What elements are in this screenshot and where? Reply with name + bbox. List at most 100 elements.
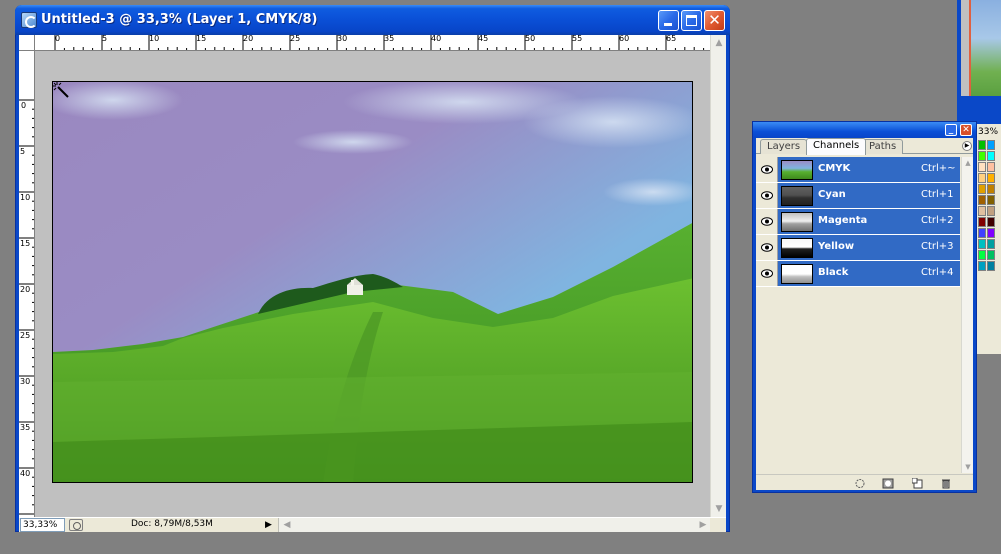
color-swatch[interactable] (987, 195, 995, 205)
document-image[interactable] (52, 81, 693, 483)
color-swatch[interactable] (978, 228, 986, 238)
color-swatch[interactable] (987, 206, 995, 216)
channel-name: Yellow (818, 241, 855, 252)
ruler-label: 30 (337, 35, 348, 43)
tab-channels[interactable]: Channels (806, 138, 867, 155)
color-swatch[interactable] (987, 184, 995, 194)
new-channel-icon[interactable] (912, 478, 924, 489)
document-body: 0 5 10 15 20 25 30 35 40 45 50 55 60 65 … (19, 35, 726, 532)
close-button[interactable]: ✕ (704, 10, 725, 31)
color-swatch[interactable] (978, 184, 986, 194)
visibility-toggle[interactable] (756, 183, 778, 208)
color-swatch[interactable] (987, 261, 995, 271)
ruler-label: 10 (149, 35, 160, 43)
visibility-toggle[interactable] (756, 157, 778, 182)
landscape-image (53, 82, 692, 482)
vertical-ruler[interactable]: 0 5 10 15 20 25 30 35 40 (19, 51, 35, 517)
channel-shortcut: Ctrl+3 (921, 241, 954, 252)
palette-scrollbar[interactable]: ▲ ▼ (961, 157, 973, 473)
maximize-icon (686, 15, 697, 26)
channel-name: Magenta (818, 215, 868, 226)
ruler-label: 35 (20, 423, 31, 432)
color-swatch[interactable] (978, 195, 986, 205)
canvas-area[interactable] (35, 51, 710, 517)
channel-thumbnail (781, 264, 813, 284)
visibility-toggle[interactable] (756, 235, 778, 260)
color-swatch[interactable] (987, 151, 995, 161)
eye-icon (761, 165, 773, 174)
minimize-icon (664, 23, 672, 26)
status-menu-arrow-icon[interactable]: ▶ (265, 519, 275, 531)
save-selection-as-channel-icon[interactable] (882, 478, 894, 489)
palette-titlebar[interactable]: _ ✕ (753, 122, 976, 138)
tab-layers[interactable]: Layers (760, 139, 808, 154)
scroll-left-icon[interactable]: ◀ (279, 517, 295, 533)
load-channel-as-selection-icon[interactable] (854, 478, 866, 489)
channel-row-cyan[interactable]: Cyan Ctrl+1 (756, 183, 960, 209)
background-document-canvas (961, 0, 1001, 96)
navigator-zoom-label: 33% (978, 127, 999, 137)
ruler-origin[interactable] (19, 35, 35, 51)
scroll-up-icon[interactable]: ▲ (711, 35, 727, 51)
status-bar: 33,33% Doc: 8,79M/8,53M ▶ ◀ ▶ (19, 517, 726, 532)
channel-row-cmyk[interactable]: CMYK Ctrl+~ (756, 157, 960, 183)
eye-icon (761, 191, 773, 200)
horizontal-scrollbar[interactable]: ◀ ▶ (278, 518, 710, 532)
close-icon: ✕ (962, 125, 970, 135)
color-swatch[interactable] (987, 228, 995, 238)
channel-row-yellow[interactable]: Yellow Ctrl+3 (756, 235, 960, 261)
color-swatch[interactable] (978, 151, 986, 161)
scroll-down-icon[interactable]: ▼ (962, 461, 974, 473)
document-titlebar[interactable]: Untitled-3 @ 33,3% (Layer 1, CMYK/8) ✕ (15, 5, 730, 35)
palette-minimize-button[interactable]: _ (945, 124, 957, 136)
palette-menu-icon[interactable]: ▶ (962, 141, 972, 151)
ruler-label: 0 (55, 35, 61, 43)
channel-shortcut: Ctrl+1 (921, 189, 954, 200)
photoshop-document-icon[interactable] (21, 12, 37, 28)
scroll-down-icon[interactable]: ▼ (711, 501, 727, 517)
color-swatch[interactable] (987, 239, 995, 249)
visibility-toggle[interactable] (756, 261, 778, 286)
eye-icon (761, 217, 773, 226)
color-swatch[interactable] (978, 217, 986, 227)
color-swatch[interactable] (987, 173, 995, 183)
channel-thumbnail (781, 186, 813, 206)
scroll-up-icon[interactable]: ▲ (962, 157, 974, 169)
palette-close-button[interactable]: ✕ (960, 124, 972, 136)
color-swatch[interactable] (987, 217, 995, 227)
delete-channel-icon[interactable] (940, 478, 952, 489)
channel-thumbnail (781, 160, 813, 180)
ruler-label: 5 (102, 35, 108, 43)
channel-row-black[interactable]: Black Ctrl+4 (756, 261, 960, 287)
zoom-level-field[interactable]: 33,33% (20, 518, 65, 532)
background-document-window[interactable] (957, 0, 1001, 124)
channel-name: Cyan (818, 189, 846, 200)
color-swatch[interactable] (978, 239, 986, 249)
visibility-toggle[interactable] (756, 209, 778, 234)
minimize-button[interactable] (658, 10, 679, 31)
swatches-palette: 33% (975, 124, 1001, 354)
document-title: Untitled-3 @ 33,3% (Layer 1, CMYK/8) (41, 12, 318, 27)
channel-row-magenta[interactable]: Magenta Ctrl+2 (756, 209, 960, 235)
palette-tabs: Layers Channels Paths ▶ (756, 138, 973, 155)
vertical-scrollbar[interactable]: ▲ ▼ (710, 35, 726, 517)
scroll-right-icon[interactable]: ▶ (695, 517, 711, 533)
color-swatch[interactable] (987, 250, 995, 260)
maximize-button[interactable] (681, 10, 702, 31)
tab-paths[interactable]: Paths (862, 139, 904, 154)
color-swatch[interactable] (978, 261, 986, 271)
ruler-label: 65 (666, 35, 677, 43)
color-swatch[interactable] (978, 140, 986, 150)
channel-thumbnail (781, 212, 813, 232)
color-swatch[interactable] (987, 162, 995, 172)
color-swatch[interactable] (978, 250, 986, 260)
color-swatch[interactable] (978, 206, 986, 216)
color-swatch[interactable] (987, 140, 995, 150)
ruler-label: 35 (384, 35, 395, 43)
status-info-icon[interactable] (69, 519, 83, 531)
ruler-label: 25 (290, 35, 301, 43)
color-swatch[interactable] (978, 173, 986, 183)
ruler-label: 5 (20, 147, 26, 156)
color-swatch[interactable] (978, 162, 986, 172)
horizontal-ruler[interactable]: 0 5 10 15 20 25 30 35 40 45 50 55 60 65 (35, 35, 710, 51)
